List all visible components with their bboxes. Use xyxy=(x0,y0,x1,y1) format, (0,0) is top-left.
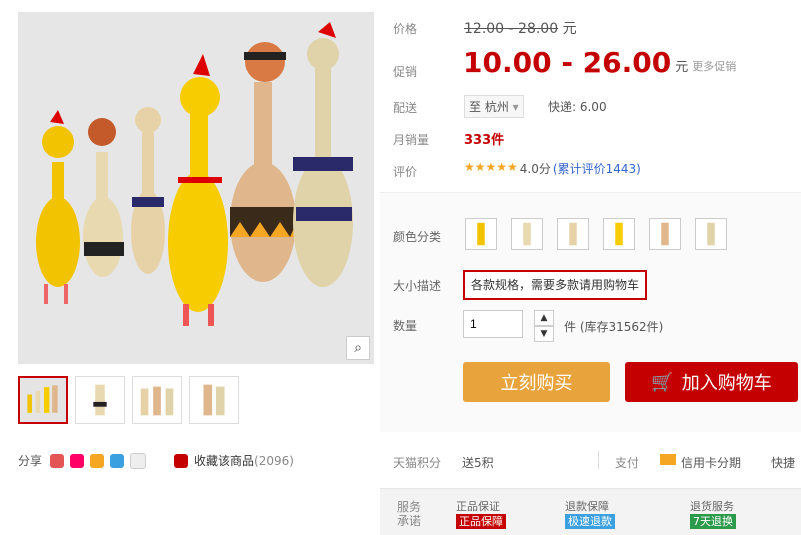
share-weibo-icon[interactable] xyxy=(50,453,65,468)
delivery-fee: 快递: 6.00 xyxy=(548,100,607,114)
share-more-icon[interactable] xyxy=(130,452,147,469)
payment-label: 支付 xyxy=(615,456,640,470)
thumbnail-3[interactable] xyxy=(132,376,182,424)
quick-pay-link[interactable]: 快捷 xyxy=(771,454,795,471)
color-swatch-4[interactable] xyxy=(603,218,635,250)
add-to-cart-button[interactable]: 🛒 加入购物车 xyxy=(625,362,798,402)
delivery-label: 配送 xyxy=(393,101,418,115)
promo-label: 促销 xyxy=(393,65,418,79)
credit-installment-link[interactable]: 信用卡分期 xyxy=(681,454,741,471)
stock-info: 件 (库存31562件) xyxy=(564,320,664,334)
cart-icon: 🛒 xyxy=(651,371,674,393)
original-price-row: 12.00 - 28.00 元 xyxy=(464,18,577,38)
color-swatch-6[interactable] xyxy=(695,218,727,250)
color-swatch-2[interactable] xyxy=(511,218,543,250)
share-star-icon[interactable] xyxy=(90,453,105,468)
rating-count-link[interactable]: (累计评价1443) xyxy=(553,160,641,177)
delivery-city-select[interactable]: 至 杭州 ▾ xyxy=(464,95,524,118)
quantity-increase-icon[interactable]: ▲ xyxy=(534,310,554,326)
service-label: 服务 承诺 xyxy=(397,500,421,528)
more-promo-link[interactable]: 更多促销 xyxy=(692,58,736,74)
rating-row: ★★★★★ 4.0分 (累计评价1443) xyxy=(464,160,641,177)
thumbnail-image xyxy=(133,377,181,423)
service-col2-title: 退款保障 xyxy=(565,500,609,513)
color-swatch-1[interactable] xyxy=(465,218,497,250)
service-col1[interactable]: 正品保证 正品保障 xyxy=(456,498,506,529)
service-label-line2: 承诺 xyxy=(397,514,422,528)
size-option-label: 各款规格，需要多款请用购物车 xyxy=(471,278,640,292)
share-bar: 分享 收藏该商品 (2096) xyxy=(18,452,294,469)
color-label: 颜色分类 xyxy=(393,230,442,244)
promo-price: 10.00 - 26.00 xyxy=(463,46,672,79)
service-label-line1: 服务 xyxy=(397,500,422,514)
collect-count: (2096) xyxy=(254,453,294,468)
chevron-down-icon: ▾ xyxy=(512,100,519,114)
add-to-cart-label: 加入购物车 xyxy=(681,373,772,394)
size-label: 大小描述 xyxy=(393,279,442,293)
thumbnail-image xyxy=(76,377,124,423)
original-price: 12.00 - 28.00 xyxy=(464,21,559,37)
quantity-decrease-icon[interactable]: ▼ xyxy=(534,326,554,342)
quantity-label: 数量 xyxy=(393,319,418,333)
size-option-selected[interactable]: 各款规格，需要多款请用购物车 xyxy=(463,270,648,300)
divider xyxy=(598,451,599,469)
color-swatch-5[interactable] xyxy=(649,218,681,250)
share-circle-icon[interactable] xyxy=(70,453,85,468)
rubber-chickens-photo xyxy=(18,12,374,364)
thumbnail-4[interactable] xyxy=(189,376,239,424)
delivery-city: 至 杭州 xyxy=(469,100,509,114)
quantity-input[interactable] xyxy=(463,310,523,338)
monthly-sales-value: 333件 xyxy=(464,133,505,148)
collect-icon[interactable] xyxy=(174,453,189,468)
buy-now-button[interactable]: 立刻购买 xyxy=(463,362,610,402)
thumbnail-image xyxy=(20,378,66,422)
credit-card-icon xyxy=(660,454,676,465)
thumbnail-2[interactable] xyxy=(75,376,125,424)
thumbnail-image xyxy=(190,377,238,423)
tmall-points-label: 天猫积分 xyxy=(393,456,442,470)
monthly-sales-label: 月销量 xyxy=(393,133,430,147)
price-label: 价格 xyxy=(393,22,418,36)
service-col2-badge: 极速退款 xyxy=(565,514,615,529)
rating-stars: ★★★★★ xyxy=(464,160,518,174)
promo-price-unit: 元 xyxy=(675,60,689,75)
service-col3[interactable]: 退货服务 7天退换 xyxy=(690,498,736,529)
service-col2[interactable]: 退款保障 极速退款 xyxy=(565,498,615,529)
promo-price-row: 10.00 - 26.00 元 更多促销 xyxy=(463,46,736,79)
share-label: 分享 xyxy=(18,454,43,468)
tmall-points-value: 送5积 xyxy=(462,456,494,470)
share-qzone-icon[interactable] xyxy=(110,453,125,468)
product-main-image[interactable]: ⌕ xyxy=(18,12,374,364)
original-price-unit: 元 xyxy=(562,21,577,37)
service-col3-badge: 7天退换 xyxy=(690,514,736,529)
service-col3-title: 退货服务 xyxy=(690,500,734,513)
service-col1-badge: 正品保障 xyxy=(456,514,506,529)
thumbnail-1[interactable] xyxy=(18,376,68,424)
service-col1-title: 正品保证 xyxy=(456,500,500,513)
magnifier-icon[interactable]: ⌕ xyxy=(346,336,370,360)
rating-label: 评价 xyxy=(393,165,418,179)
color-swatch-3[interactable] xyxy=(557,218,589,250)
collect-link[interactable]: 收藏该商品 xyxy=(194,452,254,469)
rating-score: 4.0分 xyxy=(519,162,551,176)
